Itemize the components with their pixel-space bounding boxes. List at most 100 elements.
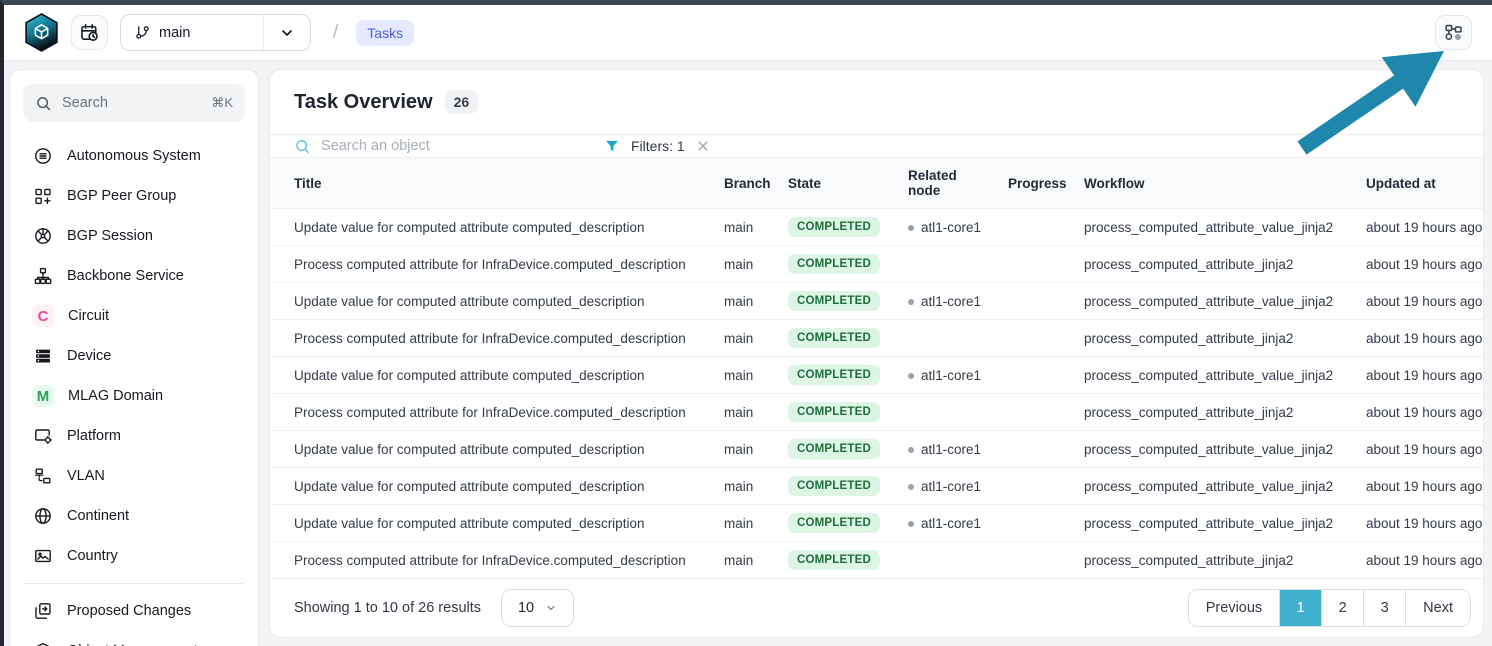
cell-progress bbox=[1000, 542, 1076, 579]
cell-workflow: process_computed_attribute_jinja2 bbox=[1076, 246, 1358, 283]
platform-icon bbox=[32, 426, 53, 447]
cell-state: COMPLETED bbox=[780, 283, 900, 320]
table-row[interactable]: Update value for computed attribute comp… bbox=[270, 468, 1483, 505]
sidebar-search-input[interactable]: Search ⌘K bbox=[23, 84, 245, 122]
table-row[interactable]: Update value for computed attribute comp… bbox=[270, 283, 1483, 320]
sidebar-item-label: Backbone Service bbox=[67, 268, 184, 284]
time-travel-button[interactable] bbox=[71, 15, 108, 50]
sidebar-nav: Autonomous System BGP Peer Group BGP Ses… bbox=[23, 136, 245, 646]
cell-related-node: atl1-core1 bbox=[900, 209, 1000, 246]
tasks-table: Title Branch State Related node Progress… bbox=[270, 157, 1483, 578]
sidebar-item-label: BGP Session bbox=[67, 228, 153, 244]
col-title: Title bbox=[270, 158, 716, 209]
cell-workflow: process_computed_attribute_jinja2 bbox=[1076, 320, 1358, 357]
task-count-badge: 26 bbox=[445, 90, 479, 114]
cell-title: Process computed attribute for InfraDevi… bbox=[270, 542, 716, 579]
branch-name: main bbox=[159, 25, 190, 41]
node-dot-icon bbox=[908, 225, 914, 231]
task-overview-card: Task Overview 26 Search an object Filter… bbox=[269, 69, 1484, 638]
sidebar-search-placeholder: Search bbox=[62, 95, 108, 111]
state-badge: COMPLETED bbox=[788, 402, 880, 422]
cell-updated-at: about 19 hours ago bbox=[1358, 542, 1483, 579]
page-1-button[interactable]: 1 bbox=[1279, 590, 1321, 626]
related-node-link[interactable]: atl1-core1 bbox=[921, 516, 981, 531]
sidebar-item-vlan[interactable]: VLAN bbox=[23, 456, 245, 496]
sidebar-item-circuit[interactable]: C Circuit bbox=[23, 296, 245, 336]
cell-progress bbox=[1000, 320, 1076, 357]
sidebar-item-autonomous-system[interactable]: Autonomous System bbox=[23, 136, 245, 176]
table-toolbar: Search an object Filters: 1 bbox=[270, 135, 1483, 157]
continent-globe-icon bbox=[32, 506, 53, 527]
breadcrumb-tasks[interactable]: Tasks bbox=[356, 20, 414, 46]
branch-selector-value[interactable]: main bbox=[121, 15, 263, 50]
object-search-input[interactable]: Search an object bbox=[294, 138, 509, 155]
table-row[interactable]: Update value for computed attribute comp… bbox=[270, 505, 1483, 542]
state-badge: COMPLETED bbox=[788, 254, 880, 274]
table-row[interactable]: Update value for computed attribute comp… bbox=[270, 357, 1483, 394]
cell-related-node bbox=[900, 320, 1000, 357]
sidebar-item-object-management[interactable]: Object Management bbox=[23, 631, 245, 646]
sidebar-item-mlag-domain[interactable]: M MLAG Domain bbox=[23, 376, 245, 416]
cell-state: COMPLETED bbox=[780, 394, 900, 431]
cell-branch: main bbox=[716, 542, 780, 579]
sidebar-item-backbone-service[interactable]: Backbone Service bbox=[23, 256, 245, 296]
related-node-link[interactable]: atl1-core1 bbox=[921, 220, 981, 235]
related-node-link[interactable]: atl1-core1 bbox=[921, 294, 981, 309]
table-row[interactable]: Process computed attribute for InfraDevi… bbox=[270, 320, 1483, 357]
cell-progress bbox=[1000, 209, 1076, 246]
sidebar-item-device[interactable]: Device bbox=[23, 336, 245, 376]
cell-updated-at: about 19 hours ago bbox=[1358, 505, 1483, 542]
infrahub-logo[interactable] bbox=[24, 13, 59, 52]
cell-title: Update value for computed attribute comp… bbox=[270, 505, 716, 542]
previous-page-button[interactable]: Previous bbox=[1189, 590, 1279, 626]
cell-progress bbox=[1000, 431, 1076, 468]
page-2-button[interactable]: 2 bbox=[1321, 590, 1363, 626]
cell-workflow: process_computed_attribute_value_jinja2 bbox=[1076, 357, 1358, 394]
cell-updated-at: about 19 hours ago bbox=[1358, 431, 1483, 468]
table-row[interactable]: Process computed attribute for InfraDevi… bbox=[270, 246, 1483, 283]
sidebar-item-continent[interactable]: Continent bbox=[23, 496, 245, 536]
sidebar-item-label: BGP Peer Group bbox=[67, 188, 176, 204]
related-node-link[interactable]: atl1-core1 bbox=[921, 442, 981, 457]
cell-branch: main bbox=[716, 283, 780, 320]
related-node-link[interactable]: atl1-core1 bbox=[921, 479, 981, 494]
cell-workflow: process_computed_attribute_value_jinja2 bbox=[1076, 431, 1358, 468]
cell-state: COMPLETED bbox=[780, 431, 900, 468]
cell-state: COMPLETED bbox=[780, 246, 900, 283]
table-row[interactable]: Process computed attribute for InfraDevi… bbox=[270, 394, 1483, 431]
sidebar-item-proposed-changes[interactable]: Proposed Changes bbox=[23, 591, 245, 631]
node-dot-icon bbox=[908, 521, 914, 527]
branch-selector-toggle[interactable] bbox=[263, 15, 310, 50]
breadcrumb-separator: / bbox=[333, 22, 338, 44]
sidebar-item-country[interactable]: Country bbox=[23, 536, 245, 576]
calendar-clock-icon bbox=[79, 22, 100, 43]
cell-title: Process computed attribute for InfraDevi… bbox=[270, 394, 716, 431]
clear-filters-icon[interactable] bbox=[696, 139, 710, 153]
table-row[interactable]: Update value for computed attribute comp… bbox=[270, 209, 1483, 246]
filters-count-label[interactable]: Filters: 1 bbox=[631, 138, 685, 154]
next-page-button[interactable]: Next bbox=[1405, 590, 1470, 626]
related-node-link[interactable]: atl1-core1 bbox=[921, 368, 981, 383]
cell-title: Process computed attribute for InfraDevi… bbox=[270, 246, 716, 283]
branch-selector[interactable]: main bbox=[120, 14, 311, 51]
filter-funnel-icon[interactable] bbox=[604, 138, 620, 154]
sidebar-item-bgp-peer-group[interactable]: BGP Peer Group bbox=[23, 176, 245, 216]
sidebar-item-label: MLAG Domain bbox=[68, 388, 163, 404]
sidebar-item-platform[interactable]: Platform bbox=[23, 416, 245, 456]
sidebar-item-label: Circuit bbox=[68, 308, 109, 324]
device-icon bbox=[32, 346, 53, 367]
schema-visualizer-button[interactable] bbox=[1435, 15, 1472, 50]
page-size-select[interactable]: 10 bbox=[501, 589, 574, 627]
table-row[interactable]: Process computed attribute for InfraDevi… bbox=[270, 542, 1483, 579]
node-dot-icon bbox=[908, 373, 914, 379]
page-3-button[interactable]: 3 bbox=[1363, 590, 1405, 626]
table-row[interactable]: Update value for computed attribute comp… bbox=[270, 431, 1483, 468]
cell-updated-at: about 19 hours ago bbox=[1358, 320, 1483, 357]
cell-state: COMPLETED bbox=[780, 542, 900, 579]
bgp-peer-group-icon bbox=[32, 186, 53, 207]
search-shortcut: ⌘K bbox=[211, 95, 233, 111]
cell-branch: main bbox=[716, 394, 780, 431]
col-related-node: Related node bbox=[900, 158, 1000, 209]
sidebar-item-bgp-session[interactable]: BGP Session bbox=[23, 216, 245, 256]
cell-branch: main bbox=[716, 505, 780, 542]
